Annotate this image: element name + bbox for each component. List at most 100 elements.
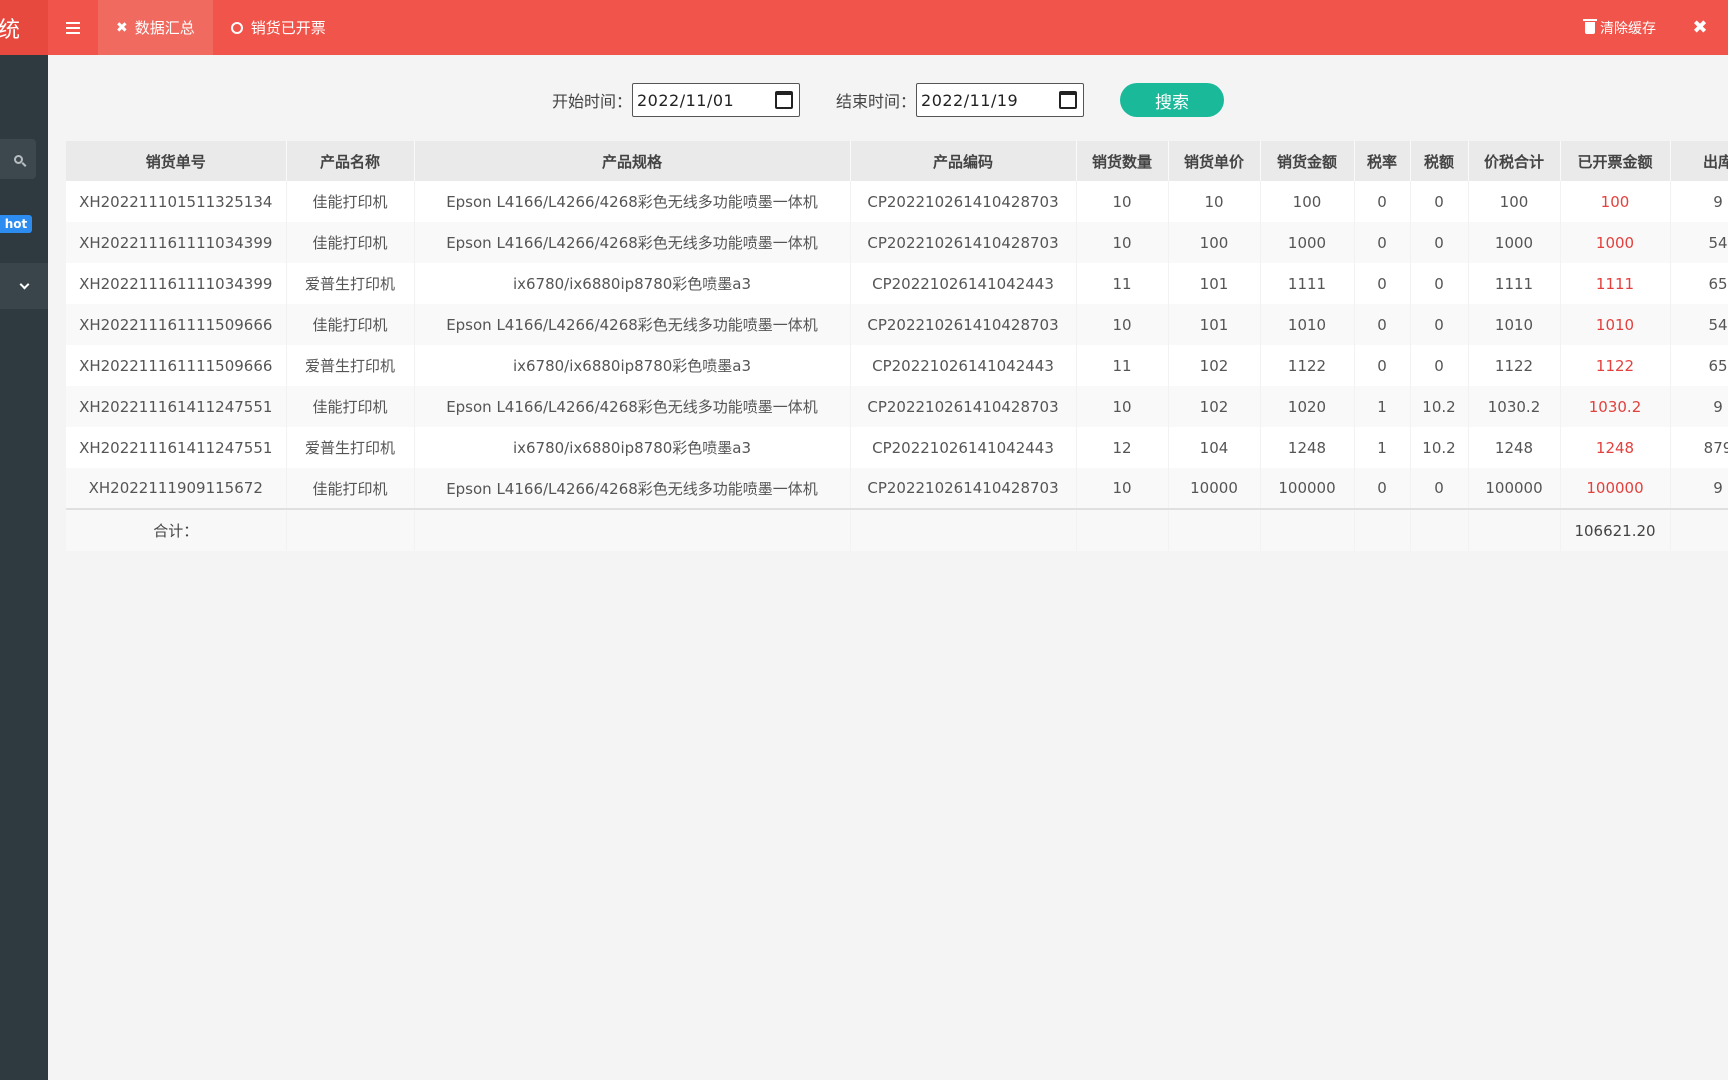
table-cell: 1010 bbox=[1468, 304, 1561, 345]
table-cell: 1030.2 bbox=[1468, 386, 1561, 427]
table-cell: 10 bbox=[1076, 222, 1169, 263]
table-cell: XH202211161111509666 bbox=[66, 304, 287, 345]
table-cell: 1248 bbox=[1560, 427, 1671, 468]
table-cell: 1111 bbox=[1468, 263, 1561, 304]
total-cell bbox=[414, 508, 851, 551]
column-header[interactable]: 产品名称 bbox=[286, 141, 415, 181]
total-cell bbox=[1076, 508, 1169, 551]
total-cell bbox=[1260, 508, 1355, 551]
hot-badge: hot bbox=[0, 215, 32, 233]
brand-logo: 统 bbox=[0, 0, 48, 55]
table-cell: 100 bbox=[1168, 222, 1261, 263]
table-cell: CP2022102614104244​3 bbox=[850, 345, 1077, 386]
column-header[interactable]: 销货单号 bbox=[66, 141, 287, 181]
table-cell: 1 bbox=[1354, 386, 1411, 427]
column-header[interactable]: 税率 bbox=[1354, 141, 1411, 181]
table-cell: Epson L4166/L4266/4268彩色无线多功能喷墨一体机 bbox=[414, 468, 851, 509]
total-cell bbox=[1354, 508, 1411, 551]
table-cell: 100 bbox=[1468, 181, 1561, 222]
end-date-value: 2022/11/19 bbox=[921, 90, 1019, 110]
table-cell: 1248 bbox=[1468, 427, 1561, 468]
search-button[interactable]: 搜索 bbox=[1120, 83, 1225, 117]
total-invoiced-amount: 106621.20 bbox=[1560, 508, 1671, 551]
column-header[interactable]: 产品编码 bbox=[850, 141, 1077, 181]
table-cell: 879 bbox=[1670, 427, 1728, 468]
table-cell: 0 bbox=[1410, 263, 1469, 304]
table-cell: XH202211161111034399 bbox=[66, 263, 287, 304]
column-header[interactable]: 税额 bbox=[1410, 141, 1469, 181]
table-cell: 1030.2 bbox=[1560, 386, 1671, 427]
table-cell: 佳能打印机 bbox=[286, 386, 415, 427]
table-cell: Epson L4166/L4266/4268彩色无线多功能喷墨一体机 bbox=[414, 386, 851, 427]
table-cell: 1010 bbox=[1260, 304, 1355, 345]
table-row[interactable]: XH202211161411247551 佳能打印机 Epson L4166/L42… bbox=[66, 386, 1728, 427]
table-row[interactable]: XH202211161111509666 佳能打印机 Epson L4166/L42… bbox=[66, 304, 1728, 345]
column-header[interactable]: 出库 bbox=[1670, 141, 1728, 181]
start-date-input[interactable]: 2022/11/01 bbox=[632, 83, 800, 117]
column-header[interactable]: 销货单价 bbox=[1168, 141, 1261, 181]
table-cell: CP202210261410428703 bbox=[850, 468, 1077, 509]
table-cell: 1122 bbox=[1260, 345, 1355, 386]
column-header[interactable]: 产品规格 bbox=[414, 141, 851, 181]
column-header[interactable]: 销货金额 bbox=[1260, 141, 1355, 181]
table-cell: 佳能打印机 bbox=[286, 181, 415, 222]
search-icon bbox=[13, 154, 23, 164]
table-cell: 9 bbox=[1670, 386, 1728, 427]
table-cell: 1000 bbox=[1468, 222, 1561, 263]
clear-cache-button[interactable]: 清除缓存 bbox=[1569, 18, 1672, 38]
table-header-row: 销货单号 产品名称 产品规格 产品编码 销货数量 销货单价 销货金额 税率 税额 价税合计 已开票金… bbox=[66, 141, 1728, 181]
calendar-icon[interactable] bbox=[775, 91, 793, 109]
table-cell: 0 bbox=[1410, 304, 1469, 345]
table-cell: 0 bbox=[1410, 222, 1469, 263]
trash-icon bbox=[1583, 18, 1597, 34]
table-cell: ix6780/ix6880ip8780彩色喷墨a3 bbox=[414, 427, 851, 468]
table-cell: 佳能打印机 bbox=[286, 222, 415, 263]
table-cell: Epson L4166/L4266/4268彩色无线多功能喷墨一体机 bbox=[414, 304, 851, 345]
table-cell: 10 bbox=[1076, 468, 1169, 509]
top-right-tools: 清除缓存 ✖ bbox=[1569, 0, 1728, 55]
sidebar-search-button[interactable] bbox=[0, 139, 36, 179]
table-cell: 11 bbox=[1076, 263, 1169, 304]
column-header[interactable]: 销货数量 bbox=[1076, 141, 1169, 181]
fullscreen-icon[interactable]: ✖ bbox=[1672, 0, 1728, 55]
table-cell: 54 bbox=[1670, 222, 1728, 263]
table-cell: 104 bbox=[1168, 427, 1261, 468]
total-cell bbox=[850, 508, 1077, 551]
start-date-label: 开始时间： bbox=[551, 92, 632, 111]
table-row[interactable]: XH202211161111034399 爱普生打印机 ix6780/ix6880i… bbox=[66, 263, 1728, 304]
sidebar-menu-expand[interactable] bbox=[0, 263, 48, 309]
table-cell: 爱普生打印机 bbox=[286, 263, 415, 304]
table-cell: 10.2 bbox=[1410, 386, 1469, 427]
table-cell: 65 bbox=[1670, 263, 1728, 304]
table-body: XH202211101511325134 佳能打印机 Epson L4166/L42… bbox=[66, 181, 1728, 551]
top-bar: 统 ✖ 数据汇总 销货已开票 清除缓存 ✖ bbox=[0, 0, 1728, 55]
tab-data-summary[interactable]: ✖ 数据汇总 bbox=[98, 0, 213, 55]
table-cell: 爱普生打印机 bbox=[286, 427, 415, 468]
table-row[interactable]: XH2022111909115672 佳能打印机 Epson L4166/L4266… bbox=[66, 468, 1728, 509]
menu-toggle-button[interactable] bbox=[48, 0, 98, 55]
brand-text: 统 bbox=[0, 17, 21, 43]
table-cell: 10 bbox=[1076, 304, 1169, 345]
total-cell bbox=[1670, 508, 1728, 551]
table-row[interactable]: XH202211161111034399 佳能打印机 Epson L4166/L42… bbox=[66, 222, 1728, 263]
table-cell: 爱普生打印机 bbox=[286, 345, 415, 386]
table-cell: ix6780/ix6880ip8780彩色喷墨a3 bbox=[414, 263, 851, 304]
table-row[interactable]: XH202211161111509666 爱普生打印机 ix6780/ix6880i… bbox=[66, 345, 1728, 386]
end-date-input[interactable]: 2022/11/19 bbox=[916, 83, 1085, 117]
table-cell: 0 bbox=[1354, 263, 1411, 304]
tab-sales-invoiced[interactable]: 销货已开票 bbox=[213, 0, 344, 55]
calendar-icon[interactable] bbox=[1059, 91, 1078, 109]
table-cell: XH2022111909115672 bbox=[66, 468, 287, 509]
table-cell: 9 bbox=[1670, 468, 1728, 509]
table-row[interactable]: XH202211101511325134 佳能打印机 Epson L4166/L42… bbox=[66, 181, 1728, 222]
table-cell: 1000 bbox=[1560, 222, 1671, 263]
table-cell: 1010 bbox=[1560, 304, 1671, 345]
table-cell: 54 bbox=[1670, 304, 1728, 345]
table-cell: XH202211161411247551 bbox=[66, 427, 287, 468]
close-x-icon[interactable]: ✖ bbox=[116, 20, 128, 36]
table-cell: 100 bbox=[1560, 181, 1671, 222]
total-label: 合计： bbox=[66, 508, 287, 551]
column-header[interactable]: 价税合计 bbox=[1468, 141, 1561, 181]
table-row[interactable]: XH202211161411247551 爱普生打印机 ix6780/ix6880i… bbox=[66, 427, 1728, 468]
column-header[interactable]: 已开票金额 bbox=[1560, 141, 1671, 181]
